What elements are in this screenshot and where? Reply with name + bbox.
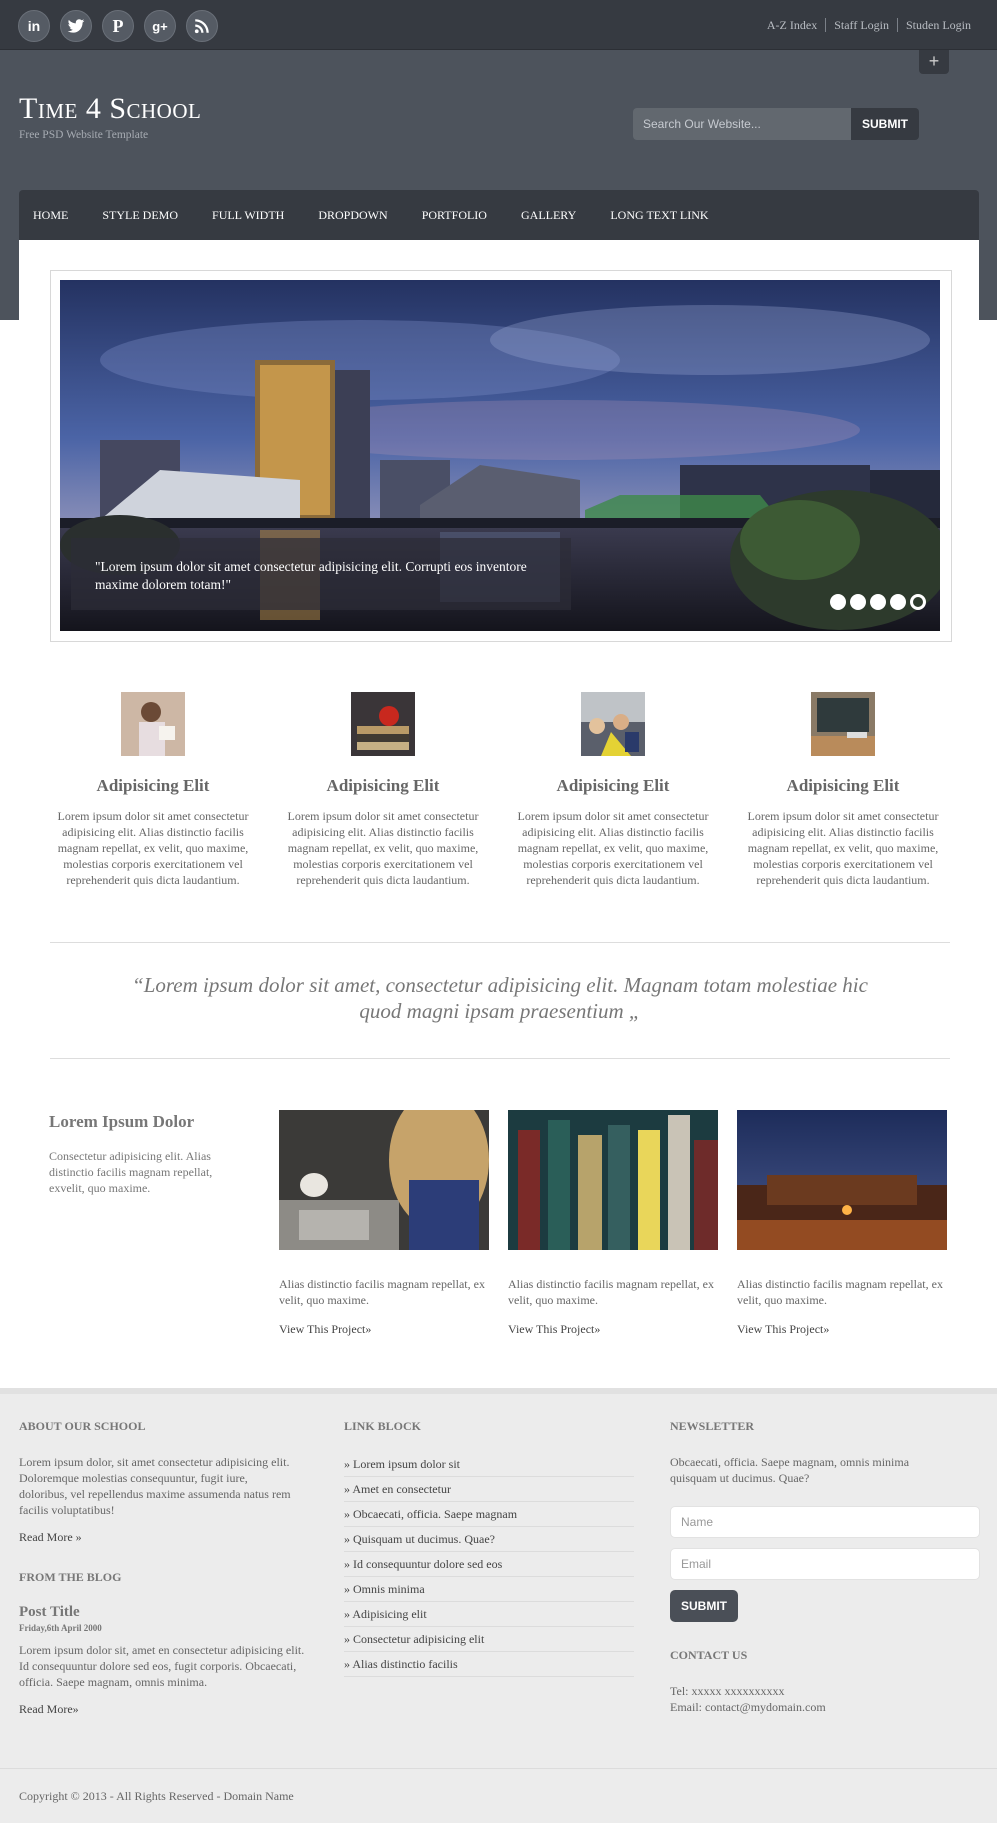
link-block-item[interactable]: » Obcaecati, officia. Saepe magnam [344, 1502, 634, 1527]
link-block-item[interactable]: » Id consequuntur dolore sed eos [344, 1552, 634, 1577]
feature-image [811, 692, 875, 756]
linkedin-icon[interactable]: in [18, 10, 50, 42]
about-heading: ABOUT OUR SCHOOL [19, 1419, 146, 1433]
nav-gallery[interactable]: GALLERY [521, 208, 576, 223]
about-text: Lorem ipsum dolor, sit amet consectetur … [19, 1455, 291, 1517]
project-image[interactable] [508, 1110, 718, 1250]
nav-dropdown[interactable]: DROPDOWN [318, 208, 387, 223]
newsletter-submit-button[interactable]: SUBMIT [670, 1590, 738, 1622]
link-block-item[interactable]: » Consectetur adipisicing elit [344, 1627, 634, 1652]
project-text: Alias distinctio facilis magnam repellat… [279, 1277, 485, 1307]
link-block-item[interactable]: » Adipisicing elit [344, 1602, 634, 1627]
feature-title: Adipisicing Elit [556, 776, 670, 795]
link-block-item[interactable]: » Lorem ipsum dolor sit [344, 1452, 634, 1477]
slider-dot-active[interactable] [910, 594, 926, 610]
feature-item: Adipisicing Elit Lorem ipsum dolor sit a… [507, 692, 719, 888]
divider [50, 1058, 950, 1059]
testimonial-quote: “Lorem ipsum dolor sit amet, consectetur… [132, 973, 868, 1023]
feature-text: Lorem ipsum dolor sit amet consectetur a… [287, 809, 479, 887]
top-bar: in P g+ A-Z Index Staff Login Studen Log… [0, 0, 997, 50]
project-image[interactable] [279, 1110, 489, 1250]
search-input[interactable] [633, 108, 852, 140]
feature-title: Adipisicing Elit [786, 776, 900, 795]
project-card: Alias distinctio facilis magnam repellat… [737, 1110, 947, 1337]
newsletter-name-field[interactable] [670, 1506, 980, 1538]
view-project-link[interactable]: View This Project» [508, 1322, 718, 1337]
view-project-link[interactable]: View This Project» [279, 1322, 489, 1337]
expand-plus-button[interactable]: + [919, 50, 949, 74]
link-block-item[interactable]: » Amet en consectetur [344, 1477, 634, 1502]
feature-image [581, 692, 645, 756]
nav-long-text-link[interactable]: LONG TEXT LINK [610, 208, 708, 223]
main-nav: HOME STYLE DEMO FULL WIDTH DROPDOWN PORT… [19, 190, 979, 240]
blog-read-more-link[interactable]: Read More» [19, 1702, 79, 1717]
project-text: Alias distinctio facilis magnam repellat… [508, 1277, 714, 1307]
newsletter-heading: NEWSLETTER [670, 1419, 755, 1433]
project-card: Alias distinctio facilis magnam repellat… [279, 1110, 489, 1337]
blog-post-date: Friday,6th April 2000 [19, 1623, 102, 1633]
divider [50, 942, 950, 943]
projects-title: Lorem Ipsum Dolor [49, 1112, 195, 1131]
slider-caption: "Lorem ipsum dolor sit amet consectetur … [71, 538, 571, 610]
view-project-link[interactable]: View This Project» [737, 1322, 947, 1337]
az-index-link[interactable]: A-Z Index [759, 18, 825, 32]
feature-text: Lorem ipsum dolor sit amet consectetur a… [517, 809, 709, 887]
link-block-list: » Lorem ipsum dolor sit » Amet en consec… [344, 1452, 634, 1677]
slider-dot[interactable] [870, 594, 886, 610]
project-image[interactable] [737, 1110, 947, 1250]
nav-full-width[interactable]: FULL WIDTH [212, 208, 284, 223]
feature-item: Adipisicing Elit Lorem ipsum dolor sit a… [47, 692, 259, 888]
newsletter-email-field[interactable] [670, 1548, 980, 1580]
feature-title: Adipisicing Elit [96, 776, 210, 795]
links-heading: LINK BLOCK [344, 1419, 422, 1433]
feature-text: Lorem ipsum dolor sit amet consectetur a… [57, 809, 249, 887]
slider-dot[interactable] [890, 594, 906, 610]
google-plus-icon[interactable]: g+ [144, 10, 176, 42]
nav-portfolio[interactable]: PORTFOLIO [422, 208, 487, 223]
project-text: Alias distinctio facilis magnam repellat… [737, 1277, 943, 1307]
feature-item: Adipisicing Elit Lorem ipsum dolor sit a… [277, 692, 489, 888]
feature-item: Adipisicing Elit Lorem ipsum dolor sit a… [737, 692, 949, 888]
nav-home[interactable]: HOME [33, 208, 68, 223]
blog-post-text: Lorem ipsum dolor sit, amet en consectet… [19, 1643, 305, 1689]
blog-post-title[interactable]: Post Title [19, 1604, 80, 1621]
top-links: A-Z Index Staff Login Studen Login [759, 18, 979, 32]
newsletter-text: Obcaecati, officia. Saepe magnam, omnis … [670, 1455, 910, 1485]
pinterest-icon[interactable]: P [102, 10, 134, 42]
feature-title: Adipisicing Elit [326, 776, 440, 795]
slider-dot[interactable] [830, 594, 846, 610]
projects-intro: Consectetur adipisicing elit. Alias dist… [49, 1149, 213, 1195]
site-title[interactable]: Time 4 School [19, 92, 201, 126]
contact-email: Email: contact@mydomain.com [670, 1700, 826, 1714]
copyright: Copyright © 2013 - All Rights Reserved -… [19, 1789, 294, 1803]
feature-text: Lorem ipsum dolor sit amet consectetur a… [747, 809, 939, 887]
contact-tel: Tel: xxxxx xxxxxxxxxx [670, 1684, 785, 1698]
slider-pagination [830, 594, 930, 610]
link-block-item[interactable]: » Omnis minima [344, 1577, 634, 1602]
project-card: Alias distinctio facilis magnam repellat… [508, 1110, 718, 1337]
slider-dot[interactable] [850, 594, 866, 610]
link-block-item[interactable]: » Quisquam ut ducimus. Quae? [344, 1527, 634, 1552]
rss-icon[interactable] [186, 10, 218, 42]
staff-login-link[interactable]: Staff Login [825, 18, 897, 32]
feature-image [121, 692, 185, 756]
site-tagline: Free PSD Website Template [19, 129, 149, 141]
about-read-more-link[interactable]: Read More » [19, 1530, 82, 1545]
link-block-item[interactable]: » Alias distinctio facilis [344, 1652, 634, 1677]
twitter-icon[interactable] [60, 10, 92, 42]
blog-heading: FROM THE BLOG [19, 1570, 122, 1584]
student-login-link[interactable]: Studen Login [897, 18, 979, 32]
search-submit-button[interactable]: SUBMIT [851, 108, 919, 140]
nav-style-demo[interactable]: STYLE DEMO [102, 208, 178, 223]
feature-image [351, 692, 415, 756]
contact-heading: CONTACT US [670, 1648, 748, 1662]
